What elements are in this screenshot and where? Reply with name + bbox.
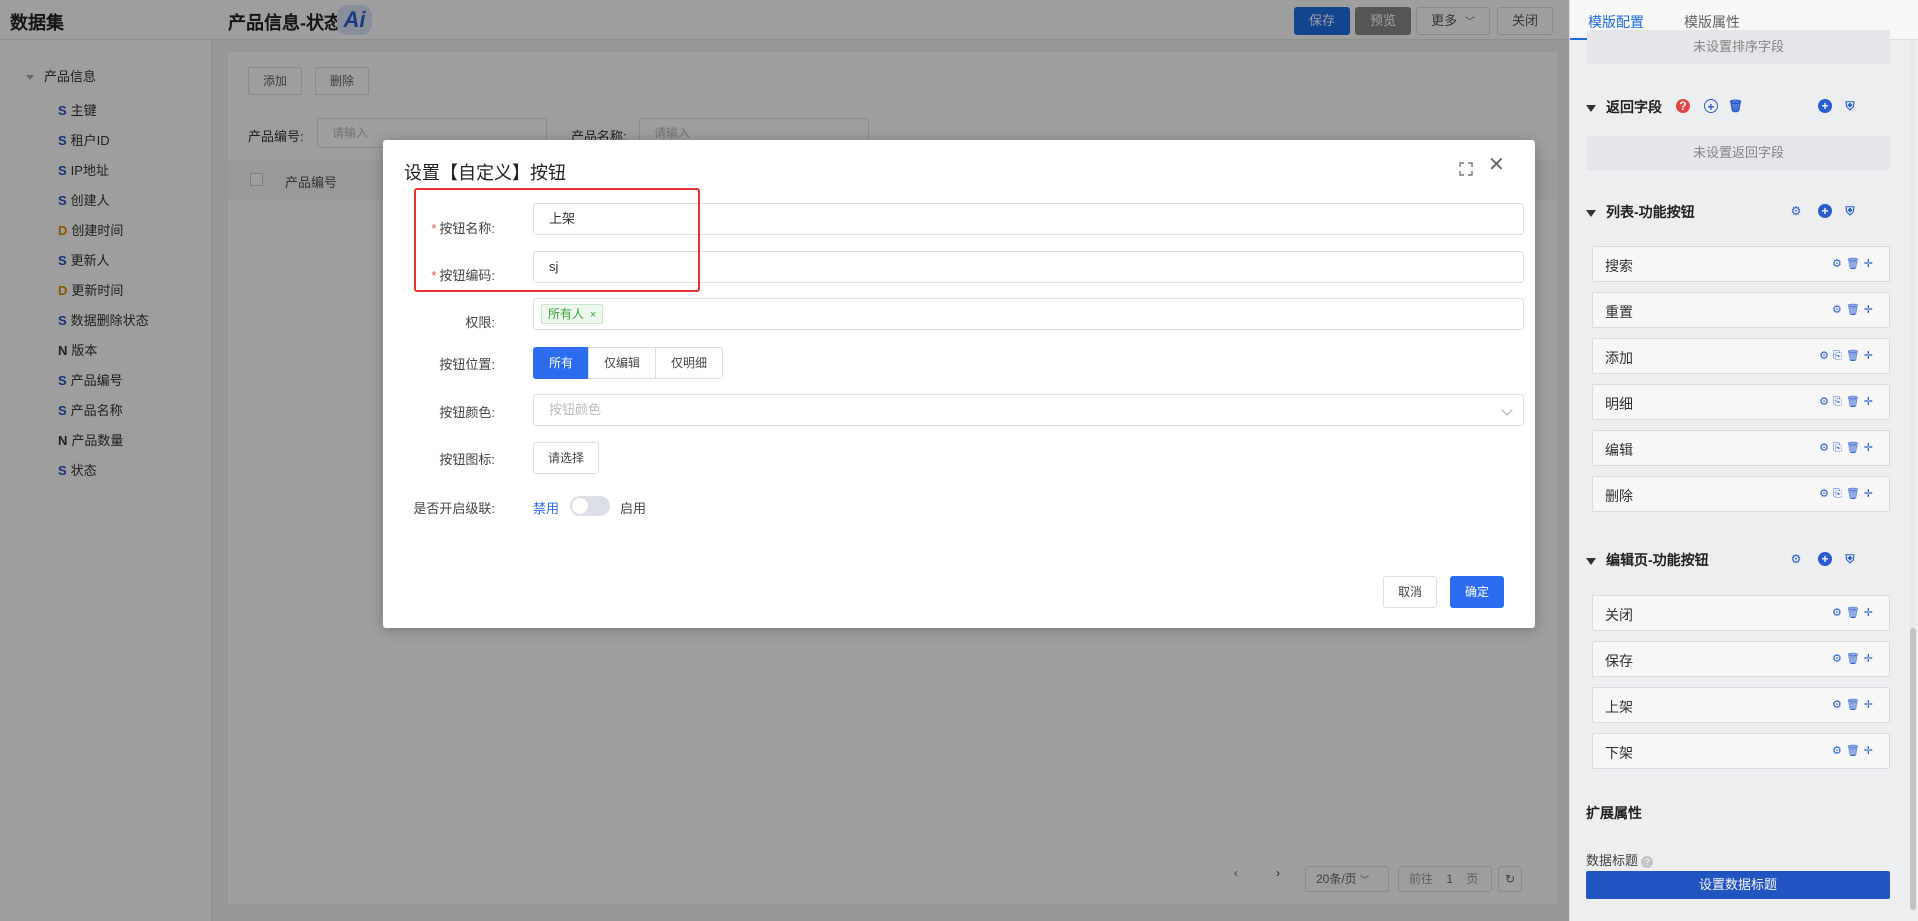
item-action-icons[interactable]: ⚙🗑✛ xyxy=(1832,698,1877,711)
list-button-label: 重置 xyxy=(1605,304,1633,320)
list-button-label: 编辑 xyxy=(1605,442,1633,458)
item-action-icons[interactable]: ⚙⎘🗑✛ xyxy=(1819,395,1877,409)
shield-icon[interactable]: ⛨ xyxy=(1843,204,1857,218)
button-name-input[interactable]: 上架 xyxy=(533,203,1524,235)
help-icon[interactable]: ? xyxy=(1676,99,1690,113)
gear-icon[interactable]: ⚙ xyxy=(1789,552,1803,566)
panel-scrollbar[interactable] xyxy=(1910,40,1916,910)
shield-icon[interactable]: ⛨ xyxy=(1843,552,1857,566)
edit-button-label: 下架 xyxy=(1605,745,1633,761)
add-circle-icon[interactable]: + xyxy=(1704,99,1718,114)
list-button-item[interactable]: 搜索 ⚙🗑✛ xyxy=(1592,246,1890,282)
name-label-text: 按钮名称: xyxy=(439,221,495,236)
name-label: * 按钮名称: xyxy=(431,218,495,237)
edit-button-label: 关闭 xyxy=(1605,607,1633,623)
return-fields-header[interactable]: 返回字段 ? + 🗑 + ⛨ xyxy=(1586,97,1906,117)
item-action-icons[interactable]: ⚙⎘🗑✛ xyxy=(1819,441,1877,455)
list-button-item[interactable]: 编辑 ⚙⎘🗑✛ xyxy=(1592,430,1890,466)
remove-tag-icon[interactable]: × xyxy=(590,309,596,321)
list-buttons-title: 列表-功能按钮 xyxy=(1606,204,1695,220)
edit-button-item[interactable]: 上架 ⚙🗑✛ xyxy=(1592,687,1890,723)
required-mark: * xyxy=(431,268,437,283)
return-fields-title: 返回字段 xyxy=(1606,99,1662,115)
toggle-knob xyxy=(572,498,588,514)
shield-icon[interactable]: ⛨ xyxy=(1843,99,1857,113)
list-button-item[interactable]: 明细 ⚙⎘🗑✛ xyxy=(1592,384,1890,420)
cascade-off-label: 禁用 xyxy=(533,501,560,516)
permission-tag: 所有人 × xyxy=(541,304,604,324)
item-action-icons[interactable]: ⚙🗑✛ xyxy=(1832,303,1877,316)
cancel-button[interactable]: 取消 xyxy=(1383,576,1438,608)
position-label: 按钮位置: xyxy=(439,357,495,372)
button-color-select[interactable]: 按钮颜色 xyxy=(533,394,1524,426)
config-panel: 模版配置 模版属性 未设置排序字段 返回字段 ? + 🗑 + ⛨ 未设置返回字段… xyxy=(1569,0,1918,921)
item-action-icons[interactable]: ⚙🗑✛ xyxy=(1832,744,1877,757)
cascade-label: 是否开启级联: xyxy=(413,501,495,516)
list-button-label: 搜索 xyxy=(1605,258,1633,274)
code-label: * 按钮编码: xyxy=(431,265,495,284)
position-option-edit[interactable]: 仅编辑 xyxy=(588,347,657,379)
confirm-button[interactable]: 确定 xyxy=(1450,576,1505,608)
close-icon[interactable]: ✕ xyxy=(1488,155,1505,175)
tab-template-attrs[interactable]: 模版属性 xyxy=(1684,12,1740,32)
scrollbar-thumb[interactable] xyxy=(1910,628,1916,910)
item-action-icons[interactable]: ⚙🗑✛ xyxy=(1832,652,1877,665)
edit-button-item[interactable]: 保存 ⚙🗑✛ xyxy=(1592,641,1890,677)
button-code-input[interactable]: sj xyxy=(533,251,1524,283)
icon-label: 按钮图标: xyxy=(439,452,495,467)
permission-tag-label: 所有人 xyxy=(548,307,585,321)
dialog-title: 设置【自定义】按钮 xyxy=(404,163,566,183)
chevron-down-icon xyxy=(1501,404,1513,416)
maximize-icon[interactable] xyxy=(1459,162,1473,176)
data-title-label: 数据标题? xyxy=(1586,850,1654,869)
add-filled-icon[interactable]: + xyxy=(1818,99,1832,113)
add-filled-icon[interactable]: + xyxy=(1818,204,1832,218)
list-button-item[interactable]: 添加 ⚙⎘🗑✛ xyxy=(1592,338,1890,374)
color-placeholder: 按钮颜色 xyxy=(549,402,602,417)
position-radio-group: 所有 仅编辑 仅明细 xyxy=(533,347,724,379)
list-button-label: 添加 xyxy=(1605,350,1633,366)
edit-buttons-header[interactable]: 编辑页-功能按钮 ⚙ + ⛨ xyxy=(1586,550,1906,570)
list-button-item[interactable]: 删除 ⚙⎘🗑✛ xyxy=(1592,476,1890,512)
item-action-icons[interactable]: ⚙🗑✛ xyxy=(1832,257,1877,270)
item-action-icons[interactable]: ⚙⎘🗑✛ xyxy=(1819,487,1877,501)
edit-buttons-title: 编辑页-功能按钮 xyxy=(1606,552,1709,568)
permission-label: 权限: xyxy=(465,315,495,330)
edit-button-item[interactable]: 关闭 ⚙🗑✛ xyxy=(1592,595,1890,631)
code-label-text: 按钮编码: xyxy=(439,268,495,283)
edit-button-label: 保存 xyxy=(1605,653,1633,669)
item-action-icons[interactable]: ⚙⎘🗑✛ xyxy=(1819,349,1877,363)
edit-button-label: 上架 xyxy=(1605,699,1633,715)
collapse-icon[interactable] xyxy=(1586,104,1596,112)
gear-icon[interactable]: ⚙ xyxy=(1789,204,1803,218)
help-icon[interactable]: ? xyxy=(1641,856,1654,868)
color-label: 按钮颜色: xyxy=(439,405,495,420)
tab-template-config[interactable]: 模版配置 xyxy=(1588,12,1644,32)
cascade-toggle[interactable] xyxy=(570,496,610,516)
sort-field-placeholder: 未设置排序字段 xyxy=(1587,30,1890,64)
list-button-label: 明细 xyxy=(1605,396,1633,412)
edit-button-item[interactable]: 下架 ⚙🗑✛ xyxy=(1592,733,1890,769)
position-option-detail[interactable]: 仅明细 xyxy=(655,347,724,379)
trash-icon[interactable]: 🗑 xyxy=(1728,99,1743,113)
collapse-icon[interactable] xyxy=(1586,209,1596,217)
position-option-all[interactable]: 所有 xyxy=(533,347,590,379)
list-button-label: 删除 xyxy=(1605,488,1633,504)
permission-select[interactable]: 所有人 × xyxy=(533,298,1524,330)
cascade-on-label: 启用 xyxy=(620,501,647,516)
extended-attrs-title: 扩展属性 xyxy=(1586,805,1642,821)
custom-button-dialog: 设置【自定义】按钮 ✕ * 按钮名称: 上架 * 按钮编码: sj 权限: 所有人 ×… xyxy=(383,140,1535,628)
data-title-text: 数据标题 xyxy=(1586,853,1639,868)
return-field-placeholder: 未设置返回字段 xyxy=(1587,136,1890,170)
set-data-title-button[interactable]: 设置数据标题 xyxy=(1586,871,1890,899)
collapse-icon[interactable] xyxy=(1586,557,1596,565)
list-button-item[interactable]: 重置 ⚙🗑✛ xyxy=(1592,292,1890,328)
list-buttons-header[interactable]: 列表-功能按钮 ⚙ + ⛨ xyxy=(1586,202,1906,222)
item-action-icons[interactable]: ⚙🗑✛ xyxy=(1832,606,1877,619)
choose-icon-button[interactable]: 请选择 xyxy=(533,442,600,474)
required-mark: * xyxy=(431,221,437,236)
add-filled-icon[interactable]: + xyxy=(1818,552,1832,566)
